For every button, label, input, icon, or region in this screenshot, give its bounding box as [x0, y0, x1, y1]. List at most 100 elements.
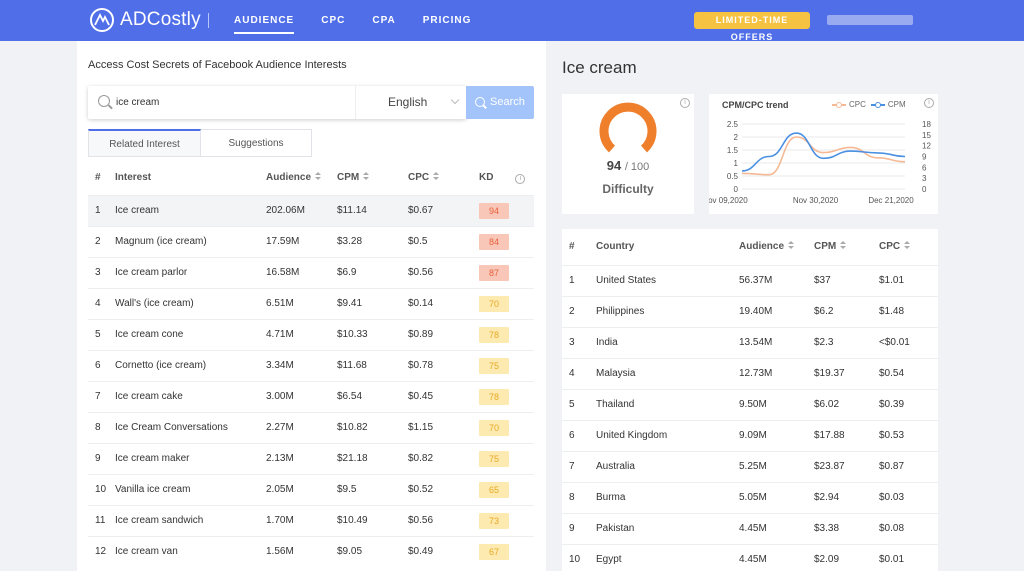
- nav-audience[interactable]: AUDIENCE: [234, 0, 295, 41]
- search-input[interactable]: [116, 94, 346, 111]
- table-row[interactable]: 5 Thailand 9.50M $6.02 $0.39: [562, 388, 938, 420]
- country-name: Philippines: [596, 295, 739, 327]
- kd-badge: 87: [479, 264, 509, 281]
- y-left-tick-label: 2.5: [727, 120, 739, 129]
- row-index: 4: [562, 357, 596, 389]
- cpc-value: $1.15: [408, 411, 479, 443]
- cpc-value: $1.01: [879, 264, 938, 296]
- cpc-value: $1.48: [879, 295, 938, 327]
- table-row[interactable]: 10 Egypt 4.45M $2.09 $0.01: [562, 543, 938, 571]
- cpc-value: $0.52: [408, 473, 479, 505]
- row-index: 6: [562, 419, 596, 451]
- row-index: 7: [562, 450, 596, 482]
- interest-name: Ice cream maker: [115, 442, 266, 474]
- country-table: # Country Audience CPM CPC 1 United State…: [562, 229, 938, 571]
- table-row[interactable]: 2 Magnum (ice cream) 17.59M $3.28 $0.5 84: [88, 225, 534, 257]
- kd-badge: 84: [479, 233, 509, 250]
- cpm-value: $10.82: [337, 411, 408, 443]
- table-row[interactable]: 10 Vanilla ice cream 2.05M $9.5 $0.52 65: [88, 473, 534, 505]
- col-cpm[interactable]: CPM: [814, 229, 879, 265]
- country-name: United States: [596, 264, 739, 296]
- audience-value: 1.56M: [266, 535, 337, 567]
- table-row[interactable]: 9 Ice cream maker 2.13M $21.18 $0.82 75: [88, 442, 534, 474]
- row-index: 2: [562, 295, 596, 327]
- tab-suggestions[interactable]: Suggestions: [201, 129, 312, 157]
- tab-related-interest[interactable]: Related Interest: [88, 129, 201, 157]
- main-nav: AUDIENCE CPC CPA PRICING: [234, 0, 471, 41]
- x-tick-label: Nov 30,2020: [793, 196, 839, 205]
- user-account-menu[interactable]: [827, 15, 913, 25]
- country-name: Thailand: [596, 388, 739, 420]
- table-row[interactable]: 8 Ice Cream Conversations 2.27M $10.82 $1.15…: [88, 411, 534, 443]
- y-right-tick-label: 6: [922, 163, 927, 172]
- table-row[interactable]: 1 United States 56.37M $37 $1.01: [562, 264, 938, 296]
- cpm-value: $6.9: [337, 256, 408, 288]
- chevron-down-icon: [450, 95, 460, 105]
- table-row[interactable]: 11 Ice cream sandwich 1.70M $10.49 $0.56 73: [88, 504, 534, 536]
- table-row[interactable]: 8 Burma 5.05M $2.94 $0.03: [562, 481, 938, 513]
- cpm-value: $6.54: [337, 380, 408, 412]
- cpm-value: $3.28: [337, 225, 408, 257]
- search-button[interactable]: Search: [466, 86, 534, 119]
- audience-value: 5.05M: [739, 481, 814, 513]
- audience-value: 202.06M: [266, 194, 337, 226]
- col-audience[interactable]: Audience: [739, 229, 814, 265]
- cpm-value: $17.88: [814, 419, 879, 451]
- kd-badge: 75: [479, 357, 509, 374]
- nav-cpc[interactable]: CPC: [321, 0, 345, 41]
- interest-panel: Access Cost Secrets of Facebook Audience…: [77, 41, 546, 571]
- row-index: 9: [88, 442, 115, 474]
- col-audience[interactable]: Audience: [266, 161, 337, 195]
- sort-icon: [363, 172, 370, 181]
- col-cpc[interactable]: CPC: [879, 229, 938, 265]
- limited-offer-button[interactable]: LIMITED-TIME OFFERS: [694, 12, 810, 42]
- kd-badge: 78: [479, 326, 509, 343]
- row-index: 11: [88, 504, 115, 536]
- kd-cell: 75: [479, 349, 534, 381]
- cpc-value: $0.45: [408, 380, 479, 412]
- table-row[interactable]: 6 Cornetto (ice cream) 3.34M $11.68 $0.78 75: [88, 349, 534, 381]
- table-row[interactable]: 3 Ice cream parlor 16.58M $6.9 $0.56 87: [88, 256, 534, 288]
- table-row[interactable]: 4 Malaysia 12.73M $19.37 $0.54: [562, 357, 938, 389]
- kd-cell: 65: [479, 473, 534, 505]
- table-row[interactable]: 2 Philippines 19.40M $6.2 $1.48: [562, 295, 938, 327]
- row-index: 10: [88, 473, 115, 505]
- top-nav-bar: ADCostly AUDIENCE CPC CPA PRICING LIMITE…: [0, 0, 1024, 42]
- table-row[interactable]: 1 Ice cream 202.06M $11.14 $0.67 94: [88, 194, 534, 226]
- sort-icon: [433, 172, 440, 181]
- audience-value: 56.37M: [739, 264, 814, 296]
- nav-cpa[interactable]: CPA: [372, 0, 395, 41]
- nav-pricing[interactable]: PRICING: [423, 0, 472, 41]
- logo[interactable]: ADCostly: [90, 8, 201, 32]
- row-index: 9: [562, 512, 596, 544]
- row-index: 5: [88, 318, 115, 350]
- y-left-tick-label: 2: [734, 133, 739, 142]
- col-cpm[interactable]: CPM: [337, 161, 408, 195]
- table-row[interactable]: 9 Pakistan 4.45M $3.38 $0.08: [562, 512, 938, 544]
- y-right-tick-label: 18: [922, 120, 931, 129]
- info-icon[interactable]: i: [515, 173, 526, 184]
- col-cpc-label: CPC: [879, 241, 901, 253]
- header-divider: [208, 13, 209, 28]
- table-row[interactable]: 5 Ice cream cone 4.71M $10.33 $0.89 78: [88, 318, 534, 350]
- country-name: Australia: [596, 450, 739, 482]
- table-row[interactable]: 6 United Kingdom 9.09M $17.88 $0.53: [562, 419, 938, 451]
- table-row[interactable]: 7 Ice cream cake 3.00M $6.54 $0.45 78: [88, 380, 534, 412]
- x-tick-label: Nov 09,2020: [709, 196, 748, 205]
- table-row[interactable]: 4 Wall's (ice cream) 6.51M $9.41 $0.14 70: [88, 287, 534, 319]
- table-row[interactable]: 3 India 13.54M $2.3 <$0.01: [562, 326, 938, 358]
- interest-tabs: Related Interest Suggestions: [88, 129, 312, 157]
- table-row[interactable]: 7 Australia 5.25M $23.87 $0.87: [562, 450, 938, 482]
- cpc-value: $0.53: [879, 419, 938, 451]
- y-left-tick-label: 1: [734, 159, 739, 168]
- interest-name: Cornetto (ice cream): [115, 349, 266, 381]
- kd-cell: 84: [479, 225, 534, 257]
- panel-title: Access Cost Secrets of Facebook Audience…: [88, 59, 347, 71]
- kd-cell: 75: [479, 442, 534, 474]
- sort-icon: [904, 241, 911, 250]
- table-row[interactable]: 12 Ice cream van 1.56M $9.05 $0.49 67: [88, 535, 534, 567]
- language-value: English: [388, 95, 428, 109]
- language-select[interactable]: English: [355, 86, 466, 119]
- col-cpc[interactable]: CPC: [408, 161, 479, 195]
- info-icon[interactable]: i: [680, 98, 690, 108]
